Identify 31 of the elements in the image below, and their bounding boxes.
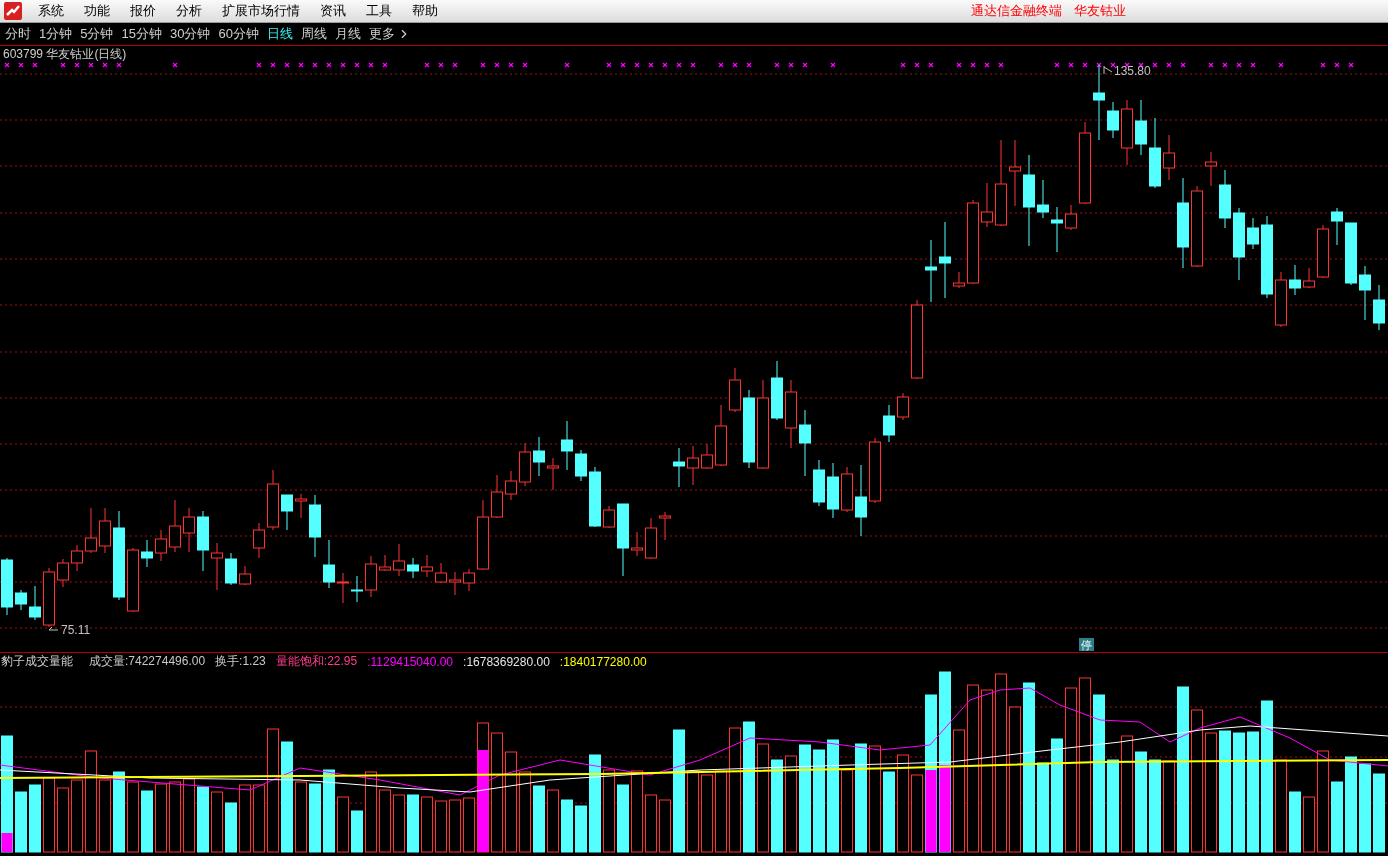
menu-item[interactable]: 扩展市场行情 xyxy=(212,2,310,20)
menu-item[interactable]: 分析 xyxy=(166,2,212,20)
indicator-value: 量能饱和:22.95 xyxy=(275,653,358,670)
period-tab[interactable]: 更多 xyxy=(368,25,395,43)
menu-item[interactable]: 功能 xyxy=(74,2,120,20)
period-tab[interactable]: 日线 xyxy=(266,25,293,43)
period-tab[interactable]: 60分钟 xyxy=(218,25,259,43)
menu-item[interactable]: 系统 xyxy=(28,2,74,20)
low-price-label: 75.11 xyxy=(48,623,91,637)
period-tab[interactable]: 5分钟 xyxy=(80,25,114,43)
halt-badge: 停 xyxy=(1079,638,1094,651)
menu-item[interactable]: 工具 xyxy=(356,2,402,20)
indicator-value: :1129415040.00 xyxy=(367,654,454,669)
menu-item[interactable]: 报价 xyxy=(120,2,166,20)
period-tab[interactable]: 30分钟 xyxy=(169,25,211,43)
period-tab[interactable]: 周线 xyxy=(300,25,327,43)
header-title: 华友钴业 xyxy=(1074,2,1126,20)
header-title: 通达信金融终端 xyxy=(971,2,1062,20)
menu-item[interactable]: 帮助 xyxy=(402,2,448,20)
period-tab[interactable]: 分时 xyxy=(5,25,31,43)
indicator-value: 换手:1.23 xyxy=(215,653,266,670)
high-price-label: 135.80 xyxy=(1103,64,1151,78)
period-tab[interactable]: 月线 xyxy=(334,25,361,43)
indicator-value: 成交量:742274496.00 xyxy=(89,653,206,670)
menu-item[interactable]: 资讯 xyxy=(310,2,356,20)
period-tab[interactable]: 15分钟 xyxy=(121,25,162,43)
indicator-value: :1678369280.00 xyxy=(463,654,550,669)
indicator-name: 豹子成交量能 xyxy=(1,653,73,670)
period-tab[interactable]: 1分钟 xyxy=(39,25,73,43)
chart-title: 603799 华友钴业(日线) xyxy=(2,46,127,62)
indicator-value: :1840177280.00 xyxy=(559,654,647,669)
